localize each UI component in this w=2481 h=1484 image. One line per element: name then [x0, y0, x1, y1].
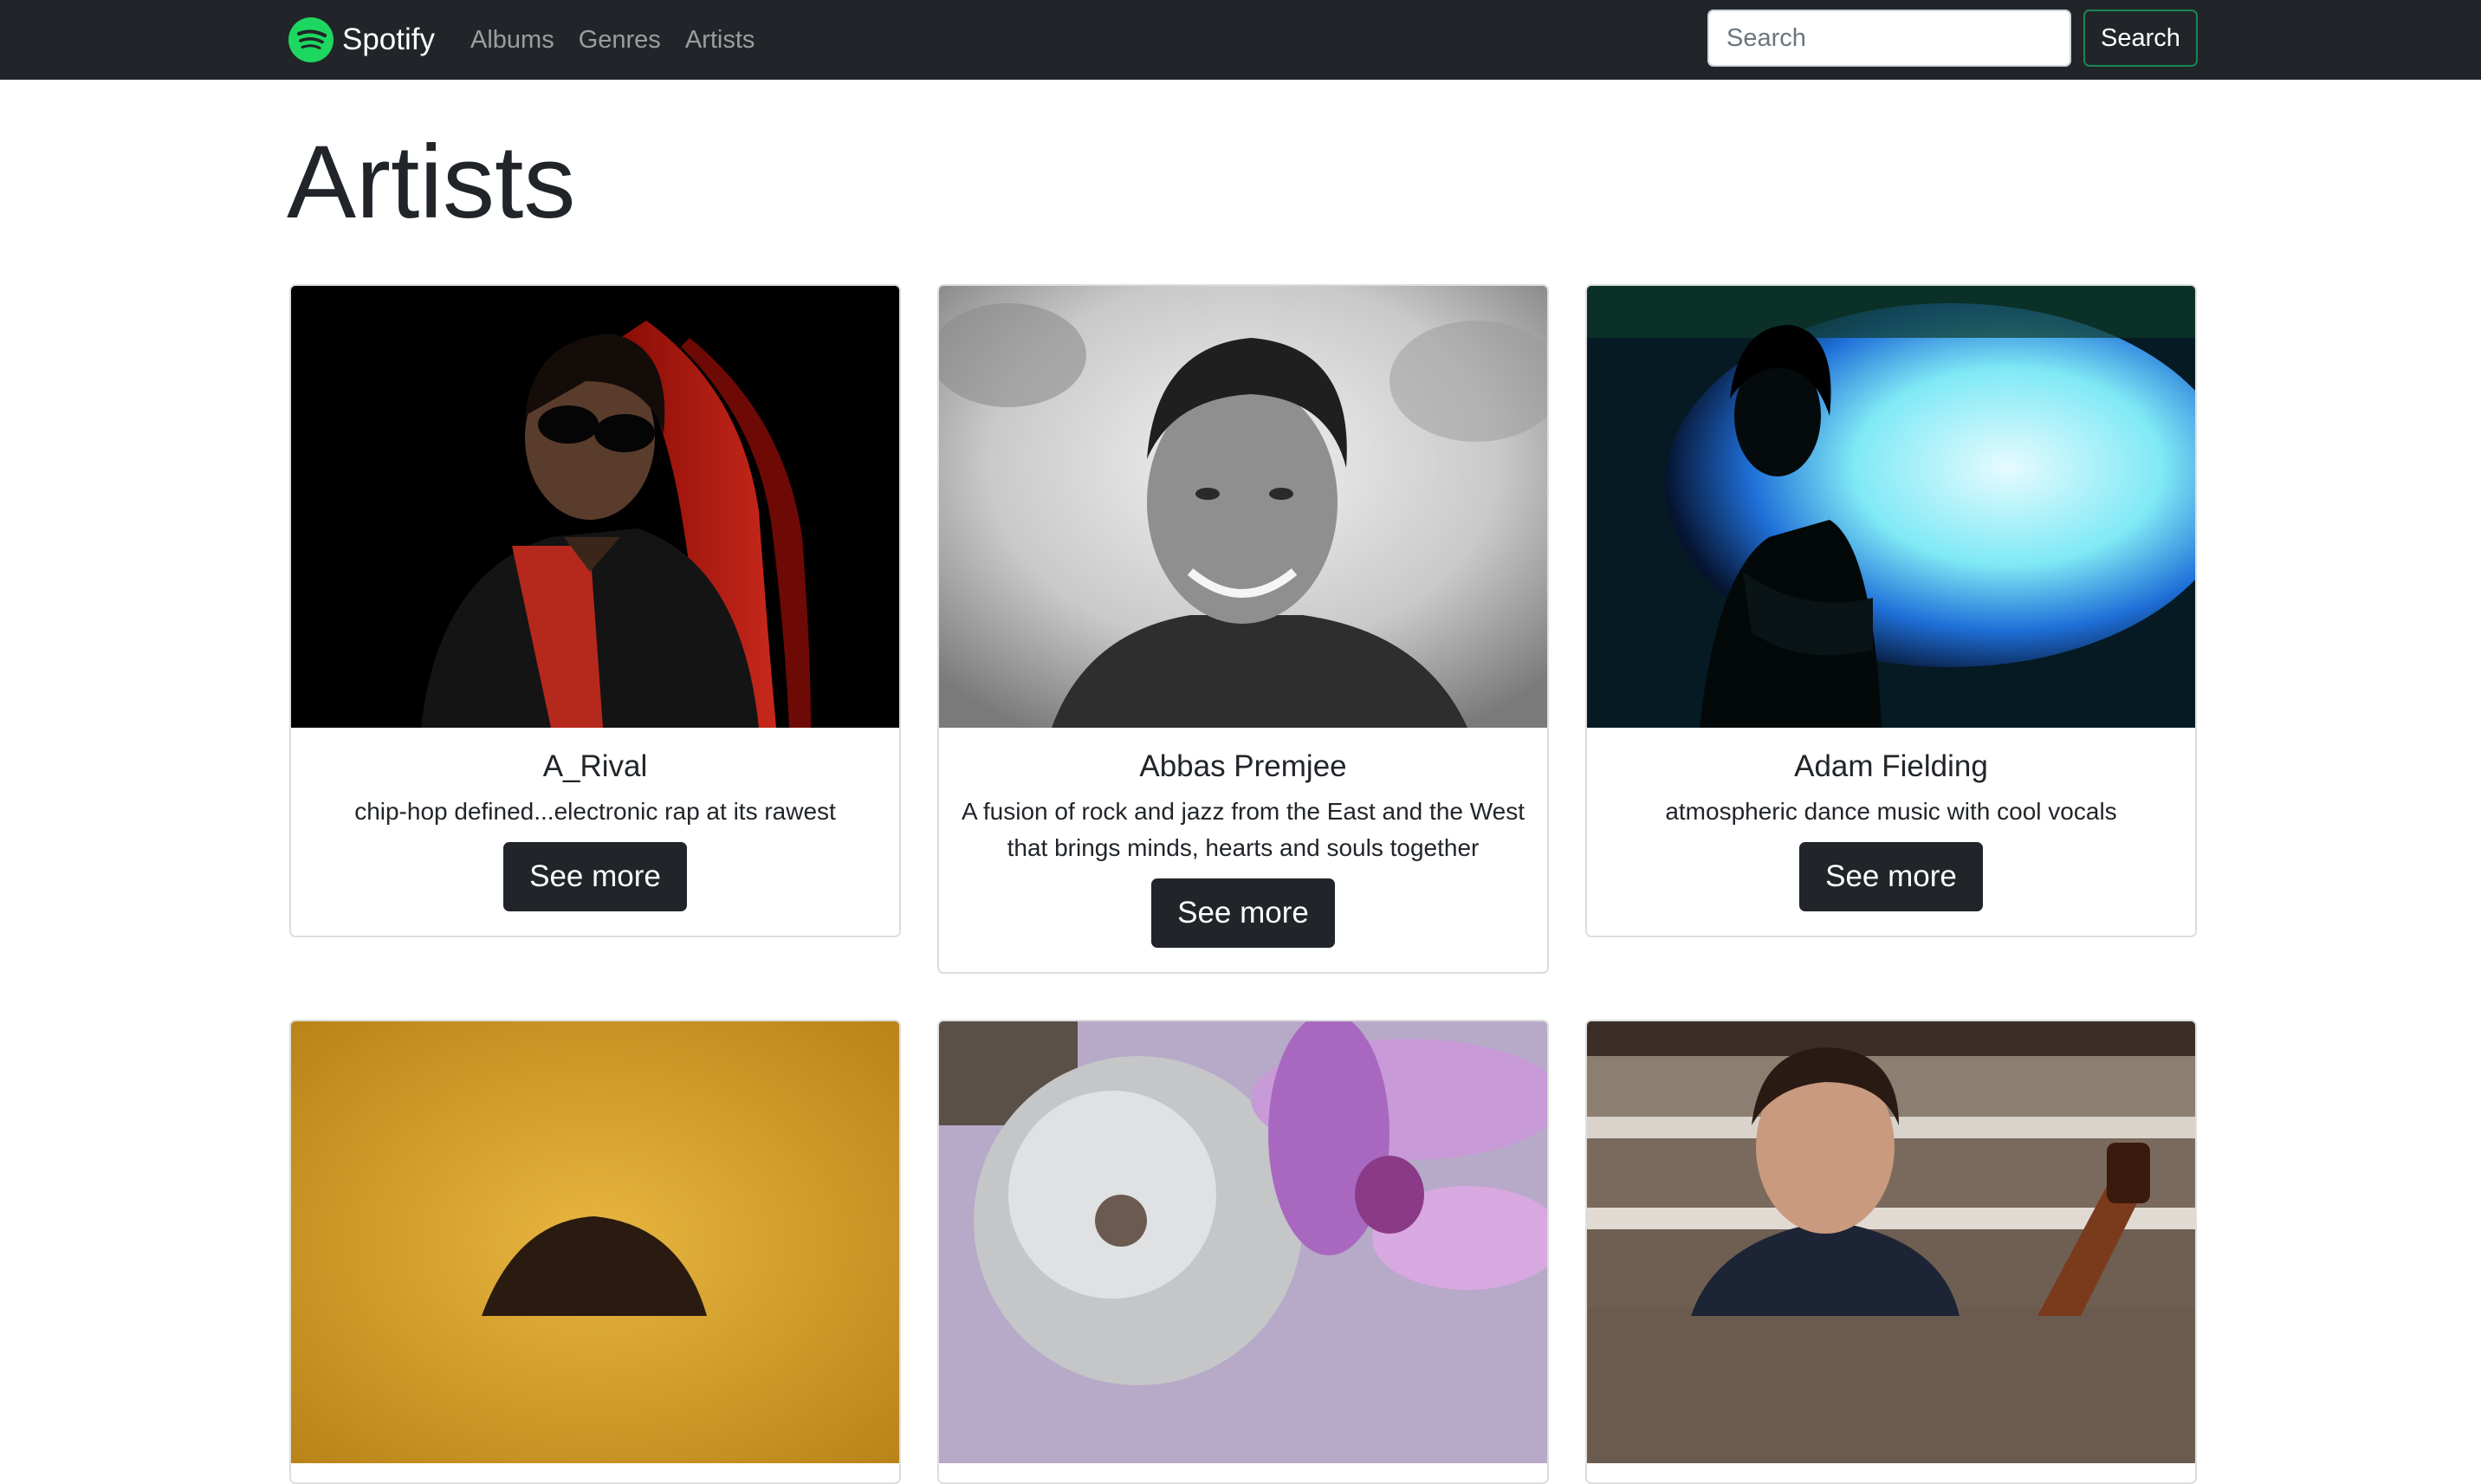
artist-image: [939, 286, 1547, 728]
artist-image: [1587, 286, 2195, 728]
spotify-logo-icon: [288, 17, 334, 62]
artist-description: A fusion of rock and jazz from the East …: [961, 798, 1526, 861]
search-input[interactable]: [1707, 10, 2071, 67]
card-body: [939, 1463, 1547, 1482]
card-body: Adam Fielding atmospheric dance music wi…: [1587, 728, 2195, 936]
artist-description: atmospheric dance music with cool vocals: [1665, 798, 2117, 825]
artist-card: [1585, 1020, 2197, 1484]
artist-image: [939, 1021, 1547, 1463]
card-body: A_Rival chip-hop defined...electronic ra…: [291, 728, 899, 936]
artist-image: [291, 1021, 899, 1463]
brand-name: Spotify: [342, 23, 435, 56]
artist-name: Abbas Premjee: [1139, 749, 1347, 783]
navbar: Spotify Albums Genres Artists Search: [0, 0, 2481, 80]
artist-name: [1608, 1463, 2174, 1482]
nav-links: Albums Genres Artists: [470, 16, 779, 64]
artist-image: [291, 286, 899, 728]
artist-name: [312, 1463, 878, 1482]
nav-link-artists[interactable]: Artists: [685, 26, 755, 55]
artist-card: Adam Fielding atmospheric dance music wi…: [1585, 284, 2197, 937]
artist-card: [937, 1020, 1549, 1484]
artist-name: Adam Fielding: [1794, 749, 1988, 783]
brand-link[interactable]: Spotify: [288, 16, 435, 64]
card-body: Abbas Premjee A fusion of rock and jazz …: [939, 728, 1547, 972]
artist-card: [289, 1020, 901, 1484]
nav-link-genres[interactable]: Genres: [579, 26, 661, 55]
artist-name: A_Rival: [542, 749, 648, 783]
card-body: [291, 1463, 899, 1482]
nav-link-albums[interactable]: Albums: [470, 26, 554, 55]
search-button[interactable]: Search: [2083, 10, 2198, 67]
artist-card: A_Rival chip-hop defined...electronic ra…: [289, 284, 901, 937]
artist-description: chip-hop defined...electronic rap at its…: [354, 798, 836, 825]
artist-name: [960, 1463, 1526, 1482]
card-body: [1587, 1463, 2195, 1482]
see-more-button[interactable]: See more: [1151, 878, 1335, 948]
page-title: Artists: [287, 124, 576, 240]
artist-image: [1587, 1021, 2195, 1463]
see-more-button[interactable]: See more: [503, 842, 687, 911]
artist-card: Abbas Premjee A fusion of rock and jazz …: [937, 284, 1549, 974]
see-more-button[interactable]: See more: [1799, 842, 1983, 911]
